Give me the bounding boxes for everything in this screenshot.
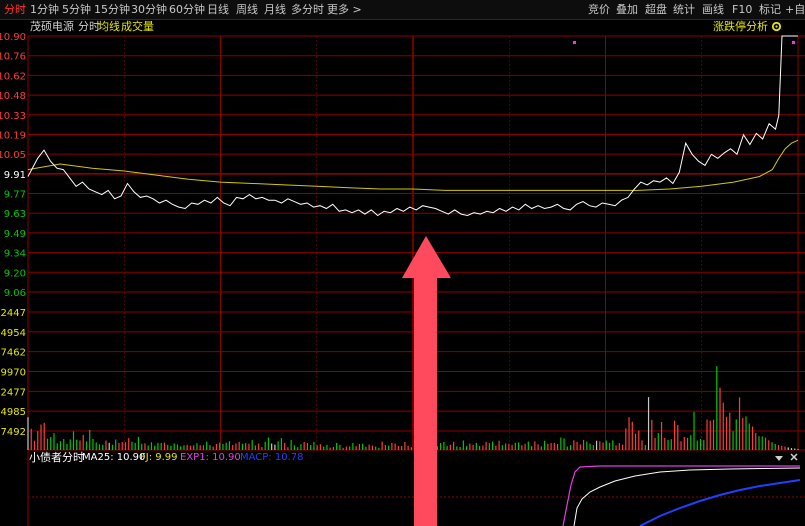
price-tick-label: 10.76 bbox=[0, 52, 26, 63]
exp1-value: EXP1: 10.90 bbox=[180, 452, 241, 463]
close-icon[interactable] bbox=[789, 452, 799, 467]
price-tick-label: 9.20 bbox=[4, 268, 26, 279]
price-tick-label: 9.49 bbox=[4, 229, 26, 240]
ma25-value: MA25: 10.90 bbox=[82, 452, 146, 463]
up-arrow-annotation bbox=[402, 236, 451, 526]
volume-tick-label: 62447 bbox=[0, 308, 26, 319]
volume-tick-label: 39970 bbox=[0, 368, 26, 379]
indicator-bar: 小债者分时 MA25: 10.90 FJ: 9.99 EXP1: 10.90 M… bbox=[0, 451, 805, 465]
indicator-line-white bbox=[573, 467, 801, 526]
macp-value: MACP: 10.78 bbox=[240, 452, 304, 463]
price-tick-label: 9.63 bbox=[4, 209, 26, 220]
indicator-line-blue bbox=[639, 479, 801, 526]
price-tick-label: 10.48 bbox=[0, 91, 26, 102]
indicator-line-magenta bbox=[562, 465, 800, 526]
price-tick-label: 9.91 bbox=[4, 170, 26, 181]
volume-tick-label: 17492 bbox=[0, 427, 26, 438]
limit-up-markers bbox=[573, 41, 795, 44]
indicator-title[interactable]: 小债者分时 bbox=[29, 451, 84, 465]
price-tick-label: 9.06 bbox=[4, 288, 26, 299]
y-axis-labels: 10.90 10.76 10.62 10.48 10.33 10.19 10.05 9.91 9… bbox=[0, 32, 26, 438]
limit-marker bbox=[792, 41, 795, 44]
fj-value: FJ: 9.99 bbox=[140, 452, 178, 463]
volume-tick-label: 24985 bbox=[0, 407, 26, 418]
price-tick-label: 10.62 bbox=[0, 71, 26, 82]
volume-tick-label: 32477 bbox=[0, 387, 26, 398]
price-tick-label: 9.34 bbox=[4, 249, 26, 260]
price-tick-label: 10.05 bbox=[0, 150, 26, 161]
limit-marker bbox=[573, 41, 576, 44]
triangle-down-icon[interactable] bbox=[775, 453, 783, 467]
volume-tick-label: 54954 bbox=[0, 328, 26, 339]
price-tick-label: 10.19 bbox=[0, 130, 26, 141]
intraday-chart: 10.90 10.76 10.62 10.48 10.33 10.19 10.05 9.91 9… bbox=[0, 32, 805, 526]
price-tick-label: 10.90 bbox=[0, 32, 26, 43]
price-tick-label: 9.77 bbox=[4, 190, 26, 201]
volume-tick-label: 47462 bbox=[0, 348, 26, 359]
price-tick-label: 10.33 bbox=[0, 111, 26, 122]
